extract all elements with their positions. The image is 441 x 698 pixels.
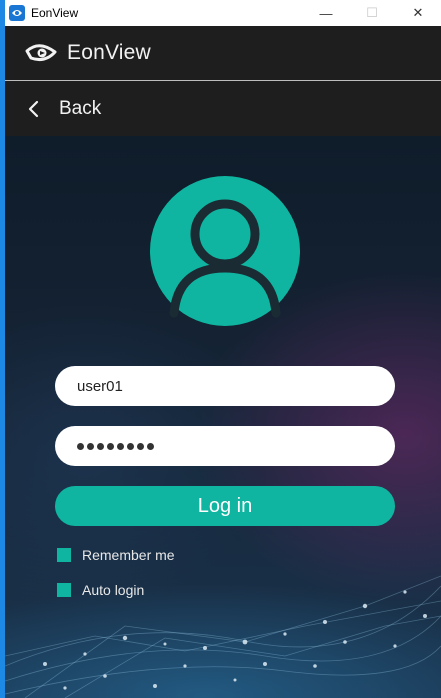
auto-login-label: Auto login	[82, 582, 145, 598]
eye-logo-icon	[25, 44, 57, 61]
auto-login-option[interactable]: Auto login	[57, 582, 144, 598]
password-field[interactable]	[55, 426, 395, 466]
app-brand: EonView	[67, 41, 151, 64]
app-icon	[9, 5, 25, 21]
password-dot	[147, 442, 154, 450]
password-dot	[87, 442, 94, 450]
user-avatar	[150, 176, 300, 326]
back-button[interactable]: Back	[5, 81, 441, 136]
chevron-left-icon	[28, 100, 39, 117]
title-bar: EonView — ☐ ✕	[5, 0, 441, 26]
close-button[interactable]: ✕	[395, 0, 441, 26]
password-dot	[117, 442, 124, 450]
back-label: Back	[59, 97, 102, 119]
minimize-button[interactable]: —	[303, 0, 349, 26]
maximize-button[interactable]: ☐	[349, 0, 395, 26]
remember-me-option[interactable]: Remember me	[57, 547, 175, 563]
password-dot	[127, 442, 134, 450]
login-panel: user01 Log in Remember me Auto login	[5, 136, 441, 698]
username-value: user01	[77, 377, 123, 395]
auto-login-checkbox[interactable]	[57, 583, 71, 597]
window-controls: — ☐ ✕	[303, 0, 441, 26]
app-header: EonView	[5, 26, 441, 80]
password-dot	[77, 442, 84, 450]
app-window: EonView — ☐ ✕ EonView Back user01 Log in…	[0, 0, 441, 698]
password-dot	[97, 442, 104, 450]
remember-me-checkbox[interactable]	[57, 548, 71, 562]
password-dot	[107, 442, 114, 450]
window-title: EonView	[31, 6, 79, 20]
username-field[interactable]: user01	[55, 366, 395, 406]
remember-me-label: Remember me	[82, 547, 175, 563]
login-button[interactable]: Log in	[55, 486, 395, 526]
password-mask	[77, 442, 154, 450]
password-dot	[137, 442, 144, 450]
user-avatar-icon	[169, 199, 281, 318]
